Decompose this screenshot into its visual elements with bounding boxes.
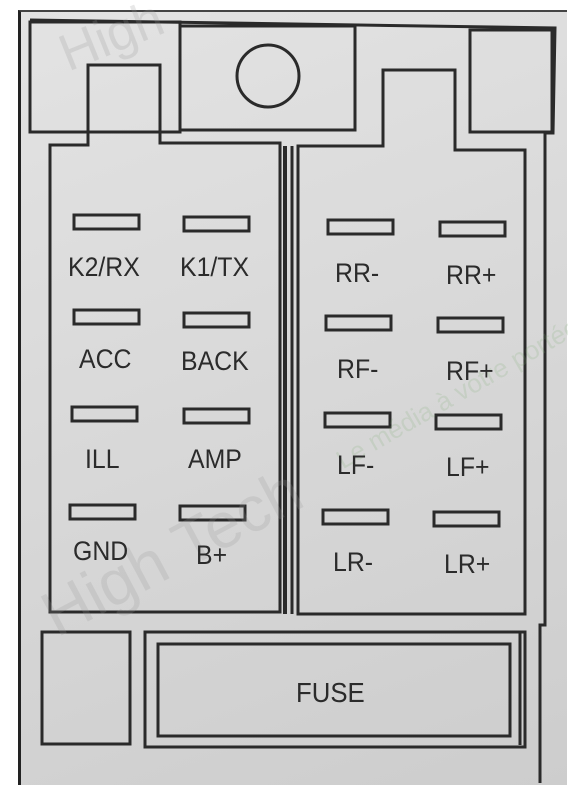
pin-label-lr-minus: LR- [333,547,374,577]
pin-label-lr-plus: LR+ [444,549,491,579]
pin-slot [182,311,251,329]
pin-slot [326,218,395,236]
right-pin-block [296,68,527,616]
pin-label-rf-plus: RF+ [446,356,494,386]
pin-slot [72,308,141,326]
pin-label-k2-rx: K2/RX [68,252,140,282]
pin-slot [70,405,139,423]
pin-slot [182,407,251,425]
pin-label-rf-minus: RF- [337,354,379,384]
pin-slot [438,220,507,238]
pin-slot [436,316,505,334]
pin-label-b-plus: B+ [196,540,228,570]
pin-label-amp: AMP [188,444,242,474]
pin-slot [432,510,501,528]
bottom-left-cell [40,630,132,746]
pin-slot [182,215,251,233]
pin-label-back: BACK [181,346,249,376]
fuse-label: FUSE [296,677,365,708]
pin-label-ill: ILL [85,444,120,474]
pin-slot [72,213,141,231]
pin-label-rr-plus: RR+ [446,260,497,290]
pin-label-lf-plus: LF+ [446,452,490,482]
connector-photo: High High Tech Le média à votre portée K… [0,0,568,785]
pin-slot [321,508,390,526]
pin-slot [434,413,503,431]
mounting-hole [235,43,301,109]
pin-slot [68,503,137,521]
pin-slot [324,314,393,332]
pin-label-k1-tx: K1/TX [180,252,250,282]
top-center-tab [178,24,357,132]
pin-label-rr-minus: RR- [335,258,380,288]
pin-label-acc: ACC [79,344,132,374]
pin-label-lf-minus: LF- [337,450,375,480]
top-right-tab [468,28,554,134]
pin-label-gnd: GND [73,536,129,566]
